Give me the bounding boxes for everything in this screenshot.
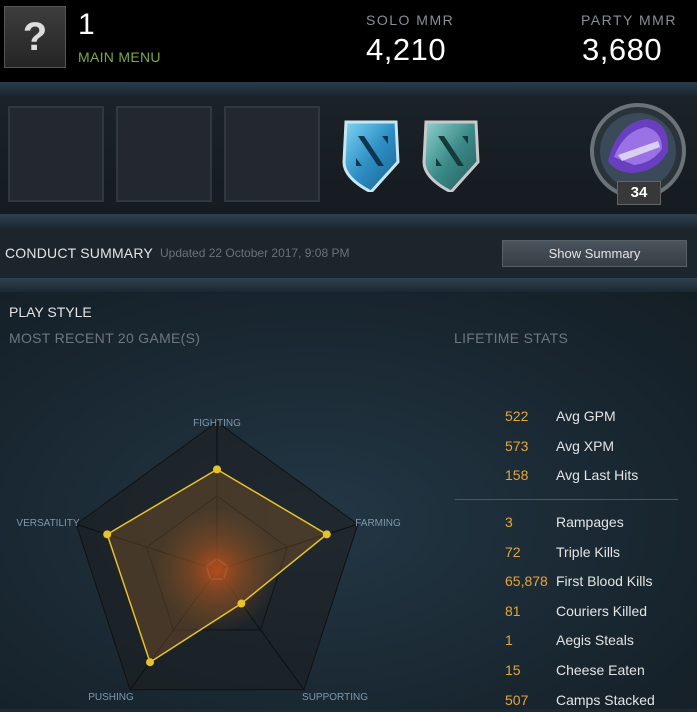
conduct-summary-bar: CONDUCT SUMMARY Updated 22 October 2017,…	[0, 228, 697, 278]
stat-value: 3	[505, 514, 513, 530]
radar-axis-label-pushing: PUSHING	[88, 692, 134, 703]
stat-value: 81	[505, 602, 521, 619]
conduct-summary-title: CONDUCT SUMMARY	[5, 245, 153, 261]
stat-value: 65,878	[505, 573, 548, 590]
party-mmr-label: PARTY MMR	[581, 12, 677, 28]
level-number: 34	[617, 181, 661, 205]
radar-point-farming	[322, 530, 331, 539]
showcase-panel: 34	[0, 96, 697, 214]
stat-label: Couriers Killed	[556, 602, 648, 619]
stat-value: 1	[505, 632, 513, 649]
stat-label: Camps Stacked	[556, 691, 655, 708]
solo-mmr-value: 4,210	[366, 32, 447, 67]
radar-axis-label-farming: FARMING	[355, 518, 401, 529]
stat-value: 522	[505, 408, 529, 424]
radar-axis-label-versatility: VERSATILITY	[16, 518, 79, 529]
avatar[interactable]: ?	[4, 6, 66, 68]
conduct-updated-timestamp: Updated 22 October 2017, 9:08 PM	[160, 246, 350, 260]
radar-point-supporting	[237, 599, 246, 608]
stat-value: 158	[505, 467, 529, 483]
dota-logo-badge-teal-icon[interactable]	[420, 118, 482, 192]
empty-slot[interactable]	[116, 106, 212, 202]
radar-point-versatility	[103, 530, 112, 539]
stat-label: Avg XPM	[556, 437, 615, 454]
play-style-radar-chart: FIGHTING FARMING SUPPORTING PUSHING VERSATIL…	[16, 418, 401, 703]
divider	[0, 214, 697, 228]
radar-axis-label-fighting: FIGHTING	[193, 418, 241, 429]
play-style-panel: PLAY STYLE MOST RECENT 20 GAME(S) LIFETI…	[0, 292, 697, 709]
radar-point-pushing	[146, 658, 155, 667]
stat-label: Avg GPM	[556, 408, 616, 424]
dota-logo-badge-blue-icon[interactable]	[340, 118, 402, 192]
empty-slot[interactable]	[224, 106, 320, 202]
stat-label: Aegis Steals	[556, 632, 634, 649]
stat-label: Avg Last Hits	[556, 467, 639, 483]
party-mmr-value: 3,680	[582, 32, 663, 67]
profile-header: ? 1 MAIN MENU SOLO MMR 4,210 PARTY MMR 3…	[0, 0, 697, 82]
divider	[0, 278, 697, 292]
divider	[0, 82, 697, 96]
lifetime-stats-label: LIFETIME STATS	[454, 330, 569, 346]
stat-value: 507	[505, 691, 529, 708]
stats-divider	[455, 499, 678, 500]
stat-value: 72	[505, 543, 521, 560]
show-summary-button[interactable]: Show Summary	[502, 240, 687, 267]
stat-label: Triple Kills	[556, 543, 621, 560]
player-name: 1	[78, 8, 95, 41]
stat-label: First Blood Kills	[556, 573, 653, 590]
stat-label: Cheese Eaten	[556, 662, 645, 678]
main-menu-link[interactable]: MAIN MENU	[78, 49, 161, 65]
radar-point-fighting	[213, 465, 221, 474]
level-badge[interactable]: 34	[588, 101, 688, 205]
stat-value: 573	[505, 437, 529, 454]
stat-value: 15	[505, 662, 521, 678]
stat-label: Rampages	[556, 514, 624, 530]
radar-axis-label-supporting: SUPPORTING	[302, 692, 368, 703]
empty-slot[interactable]	[8, 106, 104, 202]
solo-mmr-label: SOLO MMR	[366, 12, 455, 28]
